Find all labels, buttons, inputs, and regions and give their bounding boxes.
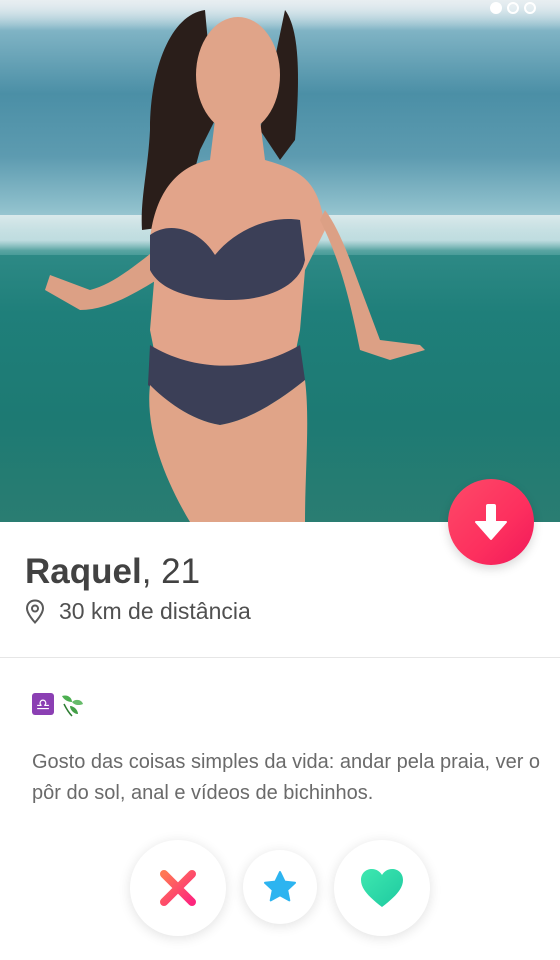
profile-name: Raquel (25, 552, 142, 591)
distance-text: 30 km de distância (59, 598, 251, 624)
libra-zodiac-icon: ♎ (32, 693, 54, 715)
collapse-profile-button[interactable] (448, 479, 534, 565)
distance-row: 30 km de distância (25, 598, 251, 625)
super-like-button[interactable] (243, 850, 317, 924)
action-bar (0, 840, 560, 940)
close-x-icon (160, 870, 196, 906)
location-pin-icon (25, 598, 45, 624)
profile-name-age: Raquel, 21 (25, 552, 200, 592)
herb-icon (62, 695, 83, 717)
profile-photo[interactable] (0, 0, 560, 522)
arrow-down-icon (475, 504, 507, 540)
profile-bio: Gosto das coisas simples da vida: andar … (32, 751, 541, 804)
photo-dot[interactable] (490, 2, 502, 14)
nope-button[interactable] (130, 840, 226, 936)
photo-pagination (490, 2, 536, 14)
heart-icon (361, 869, 403, 907)
photo-person-silhouette (45, 10, 425, 522)
photo-dot[interactable] (507, 2, 519, 14)
profile-age: , 21 (141, 552, 201, 591)
like-button[interactable] (334, 840, 430, 936)
section-divider (0, 657, 560, 658)
photo-dot[interactable] (524, 2, 536, 14)
bio-emoji-row: ♎ (32, 690, 86, 718)
star-icon (264, 871, 296, 902)
